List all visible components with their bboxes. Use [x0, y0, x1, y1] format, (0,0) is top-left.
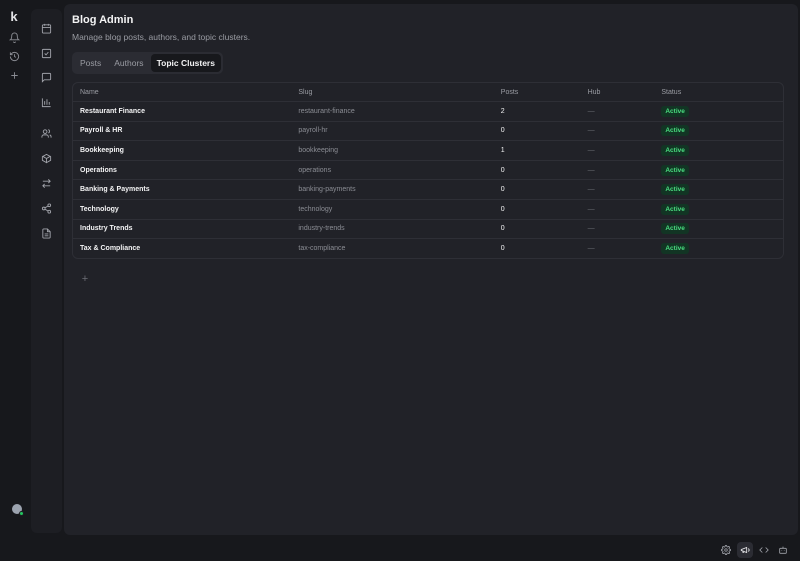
cluster-hub: —: [587, 107, 595, 115]
column-header-status[interactable]: Status: [654, 89, 783, 96]
cluster-slug: banking-payments: [298, 186, 356, 194]
cluster-name: Bookkeeping: [80, 146, 124, 154]
bar-chart-icon[interactable]: [40, 96, 53, 109]
cluster-post-count: 0: [500, 244, 505, 252]
users-icon[interactable]: [40, 127, 53, 140]
table-row[interactable]: Industry Trends industry-trends 0 — Active: [73, 218, 783, 239]
cluster-slug: tax-compliance: [298, 244, 346, 252]
table-row[interactable]: Restaurant Finance restaurant-finance 2 — Ac…: [73, 101, 783, 121]
cluster-status: Active: [654, 203, 783, 215]
cluster-hub: —: [587, 127, 595, 135]
settings-icon[interactable]: [718, 542, 734, 558]
cluster-post-count: 1: [500, 146, 505, 154]
status-badge: Active: [661, 144, 689, 156]
cluster-slug: operations: [298, 166, 332, 174]
main-panel: Blog Admin Manage blog posts, authors, a…: [64, 4, 798, 535]
status-badge: Active: [661, 125, 689, 137]
table-row[interactable]: Tax & Compliance tax-compliance 0 — Active: [73, 238, 783, 258]
status-badge: Active: [661, 164, 689, 176]
cluster-hub: —: [587, 205, 595, 213]
topic-clusters-table: Name Slug Posts Hub Status Restaurant Fi…: [72, 82, 784, 259]
cluster-hub: —: [587, 225, 595, 233]
cluster-name: Payroll & HR: [80, 127, 123, 135]
bot-icon[interactable]: [775, 542, 791, 558]
bell-icon[interactable]: [7, 30, 21, 44]
cluster-name: Tax & Compliance: [80, 244, 141, 252]
cluster-name: Technology: [80, 205, 119, 213]
online-status-dot: [19, 511, 24, 516]
status-badge: Active: [661, 223, 689, 235]
add-cluster-button[interactable]: +: [78, 272, 92, 286]
page-title: Blog Admin: [72, 14, 134, 26]
cluster-post-count: 0: [500, 127, 505, 135]
cluster-status: Active: [654, 164, 783, 176]
cluster-name: Industry Trends: [80, 225, 133, 233]
cluster-post-count: 0: [500, 186, 505, 194]
cluster-hub: —: [587, 244, 595, 252]
cluster-status: Active: [654, 223, 783, 235]
cluster-name: Restaurant Finance: [80, 107, 145, 115]
chat-icon[interactable]: [40, 71, 53, 84]
column-header-name[interactable]: Name: [73, 89, 291, 96]
cluster-slug: payroll-hr: [298, 127, 328, 135]
cluster-slug: technology: [298, 205, 333, 213]
app-rail: k: [0, 0, 28, 561]
table-row[interactable]: Banking & Payments banking-payments 0 — Acti…: [73, 179, 783, 199]
sidebar: [31, 9, 62, 533]
cluster-hub: —: [587, 146, 595, 154]
cluster-name: Operations: [80, 166, 117, 174]
document-icon[interactable]: [40, 227, 53, 240]
history-icon[interactable]: [7, 49, 21, 63]
cluster-hub: —: [587, 166, 595, 174]
cluster-name: Banking & Payments: [80, 186, 150, 194]
cluster-status: Active: [654, 125, 783, 137]
cluster-post-count: 2: [500, 107, 505, 115]
table-row[interactable]: Payroll & HR payroll-hr 0 — Active: [73, 120, 783, 141]
cluster-slug: bookkeeping: [298, 146, 339, 154]
table-row[interactable]: Technology technology 0 — Active: [73, 198, 783, 219]
page-subtitle: Manage blog posts, authors, and topic cl…: [72, 32, 251, 42]
code-icon[interactable]: [756, 542, 772, 558]
calendar-icon[interactable]: [40, 22, 53, 35]
megaphone-icon[interactable]: [737, 542, 753, 558]
table-body: Restaurant Finance restaurant-finance 2 — Ac…: [73, 101, 783, 258]
cluster-post-count: 0: [500, 205, 505, 213]
cluster-slug: restaurant-finance: [298, 107, 355, 115]
cluster-slug: industry-trends: [298, 225, 345, 233]
column-header-hub[interactable]: Hub: [581, 89, 655, 96]
tab-bar: Posts Authors Topic Clusters: [72, 52, 223, 74]
plus-icon[interactable]: [7, 68, 21, 82]
cluster-status: Active: [654, 144, 783, 156]
swap-icon[interactable]: [40, 177, 53, 190]
status-badge: Active: [661, 242, 689, 254]
status-badge: Active: [661, 105, 689, 117]
cluster-hub: —: [587, 186, 595, 194]
column-header-posts[interactable]: Posts: [494, 89, 581, 96]
table-header-row: Name Slug Posts Hub Status: [73, 83, 783, 101]
cluster-status: Active: [654, 184, 783, 196]
cluster-post-count: 0: [500, 225, 505, 233]
tab-topic-clusters[interactable]: Topic Clusters: [150, 54, 221, 72]
tab-posts[interactable]: Posts: [74, 54, 107, 72]
status-badge: Active: [661, 184, 689, 196]
tab-authors[interactable]: Authors: [108, 54, 149, 72]
share-icon[interactable]: [40, 202, 53, 215]
checkbox-icon[interactable]: [40, 47, 53, 60]
cluster-post-count: 0: [500, 166, 505, 174]
cluster-status: Active: [654, 105, 783, 117]
box-icon[interactable]: [40, 152, 53, 165]
status-badge: Active: [661, 203, 689, 215]
cluster-status: Active: [654, 242, 783, 254]
app-logo[interactable]: k: [0, 9, 28, 24]
table-row[interactable]: Operations operations 0 — Active: [73, 159, 783, 180]
table-row[interactable]: Bookkeeping bookkeeping 1 — Active: [73, 140, 783, 160]
column-header-slug[interactable]: Slug: [291, 89, 493, 96]
